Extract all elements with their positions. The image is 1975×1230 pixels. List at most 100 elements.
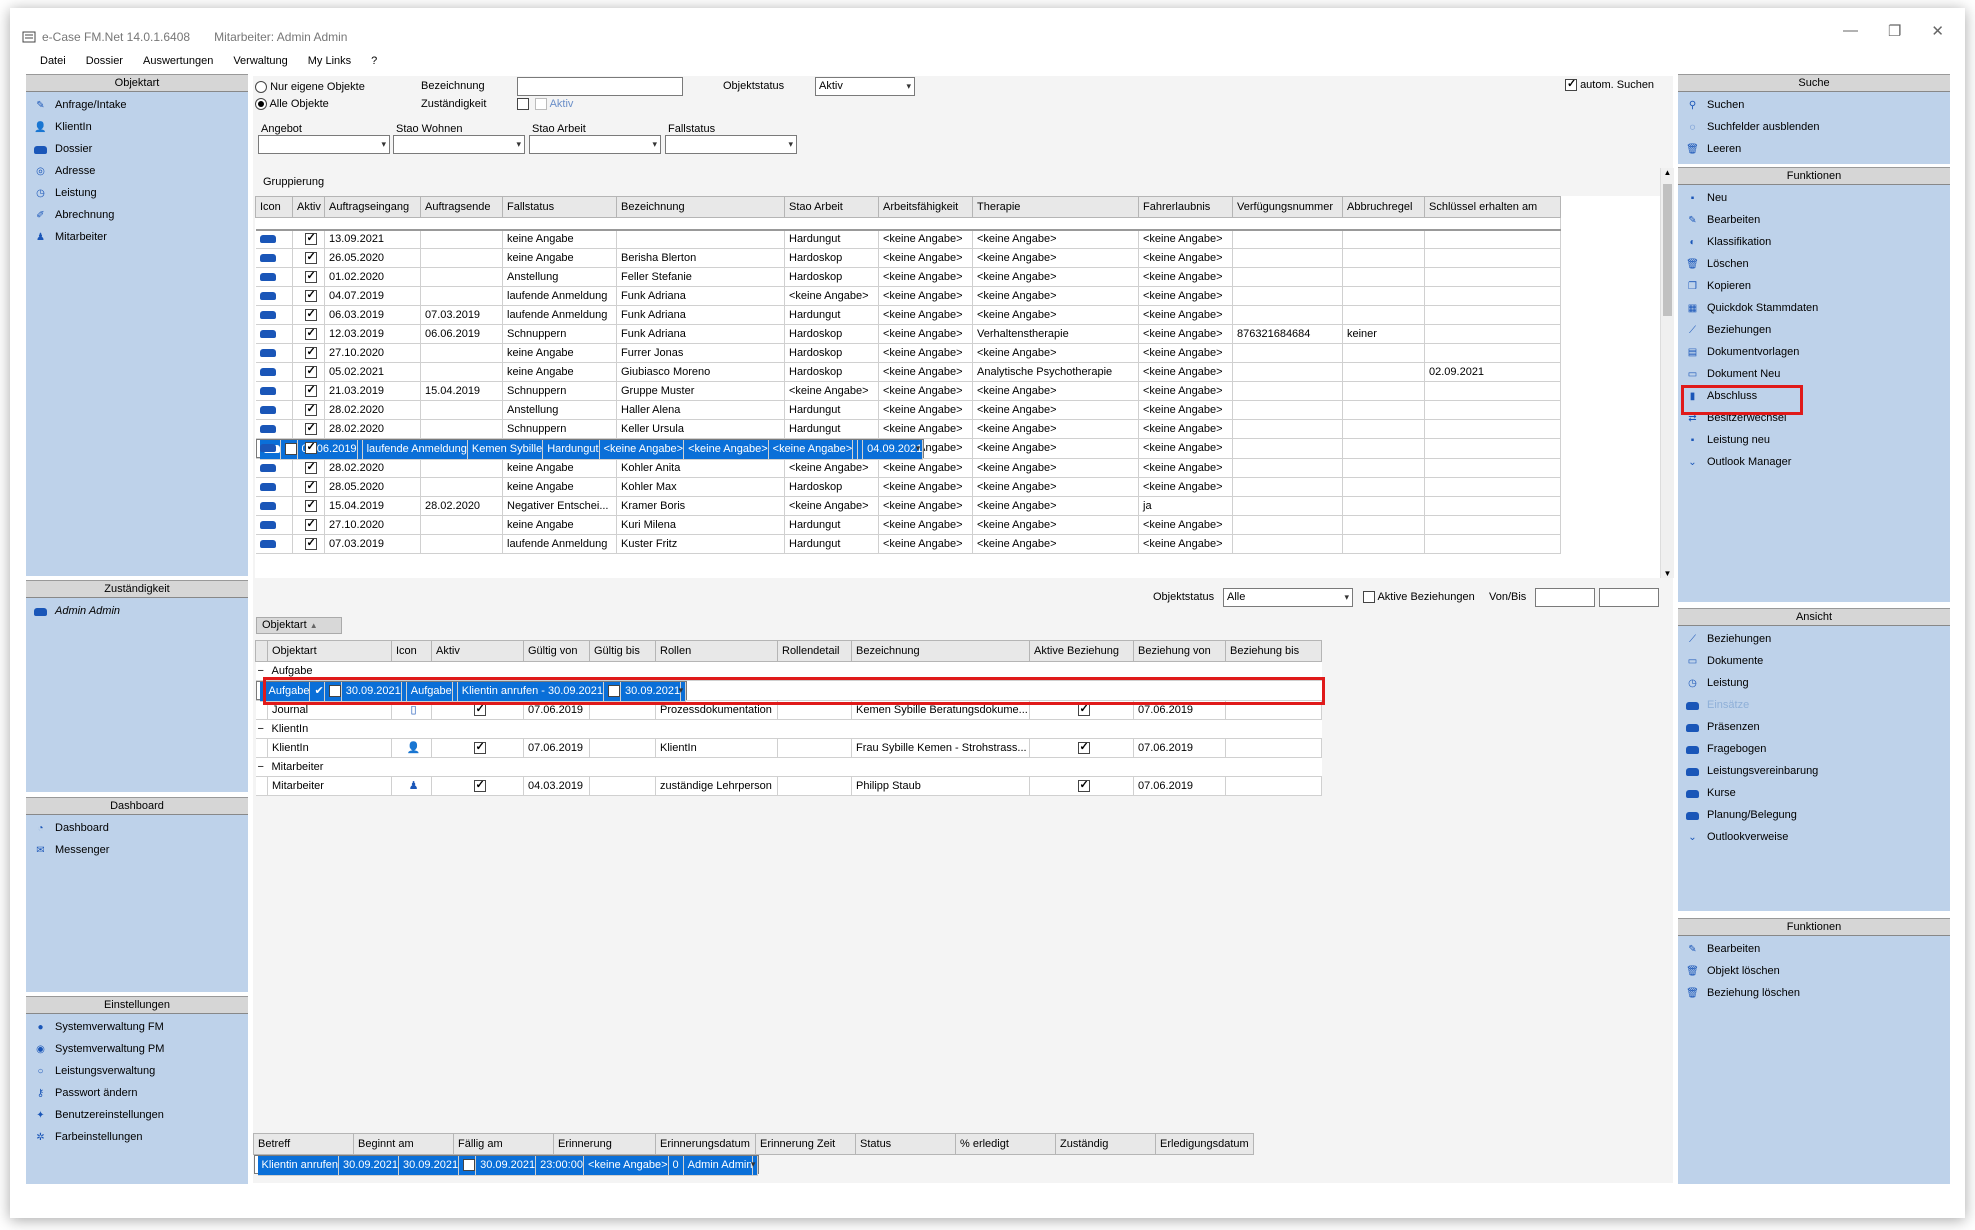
column-header-bezeichnung[interactable]: Bezeichnung xyxy=(616,196,785,218)
table-row[interactable]: 21.03.201915.04.2019SchnuppernGruppe Mus… xyxy=(255,381,1561,401)
column-header-schlüssel-erhalten-am[interactable]: Schlüssel erhalten am xyxy=(1424,196,1561,218)
autosearch-checkbox[interactable] xyxy=(1565,77,1577,92)
funktion-item-neu[interactable]: ▪ Neu xyxy=(1678,187,1950,209)
relation-checkbox[interactable] xyxy=(473,778,486,792)
minimize-icon[interactable]: — xyxy=(1843,22,1858,40)
aktive-beziehungen-row[interactable]: Aktive Beziehungen xyxy=(1363,591,1475,604)
menu-mylinks[interactable]: My Links xyxy=(298,52,361,70)
menu-auswertungen[interactable]: Auswertungen xyxy=(133,52,223,70)
column-header-betreff[interactable]: Betreff xyxy=(253,1133,354,1155)
ansicht-item-outlookverweise[interactable]: ⌄ Outlookverweise xyxy=(1678,826,1950,848)
menu-datei[interactable]: Datei xyxy=(30,52,76,70)
column-header-erinnerung[interactable]: Erinnerung xyxy=(553,1133,656,1155)
column-header-auftragsende[interactable]: Auftragsende xyxy=(420,196,503,218)
funktion2-item-objekt-löschen[interactable]: 🗑 Objekt löschen xyxy=(1678,960,1950,982)
column-header-erledigungsdatum[interactable]: Erledigungsdatum xyxy=(1155,1133,1254,1155)
column-header-gültig-von[interactable]: Gültig von xyxy=(523,640,590,662)
column-header-erinnerungsdatum[interactable]: Erinnerungsdatum xyxy=(655,1133,756,1155)
aktiv-checkbox[interactable] xyxy=(535,98,548,111)
table-row[interactable]: 27.10.2020 keine AngabeFurrer JonasHardos… xyxy=(255,343,1561,363)
table-row[interactable]: 04.07.2019 laufende AnmeldungFunk Adriana… xyxy=(255,286,1561,306)
objektstatus-select[interactable]: Aktiv xyxy=(815,77,915,96)
column-header-gültig-bis[interactable]: Gültig bis xyxy=(589,640,656,662)
table-row[interactable]: 12.03.201906.06.2019SchnuppernFunk Adria… xyxy=(255,324,1561,344)
column-header-beziehung-bis[interactable]: Beziehung bis xyxy=(1225,640,1322,662)
relation-checkbox[interactable] xyxy=(1077,702,1090,716)
scroll-up-icon[interactable]: ▲ xyxy=(1661,168,1674,177)
aktiv-checkbox[interactable] xyxy=(304,479,317,493)
relation-row[interactable]: Mitarbeiter ♟ 04.03.2019 zuständige Lehrper… xyxy=(255,776,1322,796)
sidebar-item-dossier[interactable]: Dossier xyxy=(26,138,248,160)
group-row[interactable]: − KlientIn xyxy=(255,719,1322,739)
aktiv-checkbox[interactable] xyxy=(304,536,317,550)
column-header-arbeitsfähigkeit[interactable]: Arbeitsfähigkeit xyxy=(878,196,973,218)
funktion2-item-bearbeiten[interactable]: ✎ Bearbeiten xyxy=(1678,938,1950,960)
aktiv-checkbox[interactable] xyxy=(304,288,317,303)
stao-wohnen-select[interactable] xyxy=(393,135,525,154)
suche-item-leeren[interactable]: 🗑 Leeren xyxy=(1678,138,1950,160)
table-row[interactable]: 15.04.201928.02.2020Negativer Entschei..… xyxy=(255,496,1561,516)
ansicht-item-leistung[interactable]: ◷ Leistung xyxy=(1678,672,1950,694)
settings-item-leistungsverwaltung[interactable]: ○ Leistungsverwaltung xyxy=(26,1060,248,1082)
menu-dossier[interactable]: Dossier xyxy=(76,52,133,70)
scroll-down-icon[interactable]: ▼ xyxy=(1661,569,1674,578)
aktiv-checkbox[interactable] xyxy=(304,364,317,379)
column-header-status[interactable]: Status xyxy=(855,1133,956,1155)
stao-arbeit-select[interactable] xyxy=(529,135,661,154)
sidebar-item-leistung[interactable]: ◷ Leistung xyxy=(26,182,248,204)
zustaendigkeit-item-admin-admin[interactable]: Admin Admin xyxy=(26,600,248,622)
suche-item-suchen[interactable]: ⚲ Suchen xyxy=(1678,94,1950,116)
rel-objektstatus-select[interactable]: Alle xyxy=(1223,588,1353,607)
ansicht-item-kurse[interactable]: Kurse xyxy=(1678,782,1950,804)
funktion-item-kopieren[interactable]: ❐ Kopieren xyxy=(1678,275,1950,297)
column-header-aktiv[interactable]: Aktiv xyxy=(292,196,325,218)
column-header-%-erledigt[interactable]: % erledigt xyxy=(955,1133,1056,1155)
table-row[interactable]: 28.02.2020 AnstellungHaller AlenaHardungu… xyxy=(255,400,1561,420)
aktiv-checkbox[interactable] xyxy=(304,402,317,417)
ansicht-item-planung-belegung[interactable]: Planung/Belegung xyxy=(1678,804,1950,826)
funktion-item-quickdok-stammdaten[interactable]: ▦ Quickdok Stammdaten xyxy=(1678,297,1950,319)
bezeichnung-input[interactable] xyxy=(517,77,683,96)
angebot-select[interactable] xyxy=(258,135,390,154)
table-row[interactable]: 28.05.2020 keine AngabeKohler MaxHardosko… xyxy=(255,477,1561,497)
relation-checkbox[interactable] xyxy=(473,740,486,754)
column-header-bezeichnung[interactable]: Bezeichnung xyxy=(851,640,1030,662)
settings-item-benutzereinstellungen[interactable]: ✦ Benutzereinstellungen xyxy=(26,1104,248,1126)
aktiv-checkbox[interactable] xyxy=(304,517,317,531)
aktiv-checkbox[interactable] xyxy=(284,441,296,458)
ansicht-item-leistungsvereinbarung[interactable]: Leistungsvereinbarung xyxy=(1678,760,1950,782)
funktion-item-löschen[interactable]: 🗑 Löschen xyxy=(1678,253,1950,275)
settings-item-systemverwaltung-pm[interactable]: ◉ Systemverwaltung PM xyxy=(26,1038,248,1060)
ansicht-item-einsätze[interactable]: Einsätze xyxy=(1678,694,1950,716)
fallstatus-select[interactable] xyxy=(665,135,797,154)
ansicht-item-dokumente[interactable]: ▭ Dokumente xyxy=(1678,650,1950,672)
funktion-item-beziehungen[interactable]: ⟋ Beziehungen xyxy=(1678,319,1950,341)
table-row[interactable]: 28.02.2020keine AngabeKohler Anita<keine… xyxy=(255,458,1561,478)
bis-input[interactable] xyxy=(1599,588,1659,607)
table-row[interactable]: 27.10.2020 keine AngabeKuri MilenaHardung… xyxy=(255,515,1561,535)
table-row[interactable]: 07.03.2019 laufende AnmeldungKuster Fritz… xyxy=(255,534,1561,554)
sidebar-item-klientin[interactable]: 👤 KlientIn xyxy=(26,116,248,138)
relation-checkbox[interactable] xyxy=(1077,778,1090,792)
menu-help[interactable]: ? xyxy=(361,52,387,70)
table-row[interactable]: 07.06.2019laufende AnmeldungKemen Sybill… xyxy=(255,439,925,460)
group-chip-objektart[interactable]: Objektart ▲ xyxy=(256,617,342,634)
aktiv-checkbox[interactable] xyxy=(304,421,317,436)
aktiv-checkbox[interactable] xyxy=(304,307,317,322)
column-header-beginnt-am[interactable]: Beginnt am xyxy=(353,1133,454,1155)
column-header-beziehung-von[interactable]: Beziehung von xyxy=(1133,640,1226,662)
column-header-stao-arbeit[interactable]: Stao Arbeit xyxy=(784,196,879,218)
funktion-item-dokument-neu[interactable]: ▭ Dokument Neu xyxy=(1678,363,1950,385)
ansicht-item-präsenzen[interactable]: Präsenzen xyxy=(1678,716,1950,738)
scroll-thumb[interactable] xyxy=(1663,184,1672,316)
sidebar-item-adresse[interactable]: ◎ Adresse xyxy=(26,160,248,182)
relation-row[interactable]: KlientIn 👤 07.06.2019 KlientIn Frau Sybille … xyxy=(255,738,1322,758)
task-row[interactable]: Klientin anrufen 30.09.2021 30.09.2021 3… xyxy=(253,1155,760,1176)
radio-own-row[interactable]: Nur eigene Objekte xyxy=(255,81,365,94)
funktion-item-outlook-manager[interactable]: ⌄ Outlook Manager xyxy=(1678,451,1950,473)
column-header-fahrerlaubnis[interactable]: Fahrerlaubnis xyxy=(1138,196,1233,218)
main-scrollbar[interactable]: ▲ ▼ xyxy=(1660,168,1674,578)
column-header-aktiv[interactable]: Aktiv xyxy=(431,640,524,662)
suche-item-suchfelder-ausblenden[interactable]: ◌ Suchfelder ausblenden xyxy=(1678,116,1950,138)
aktiv-checkbox[interactable] xyxy=(304,269,317,284)
